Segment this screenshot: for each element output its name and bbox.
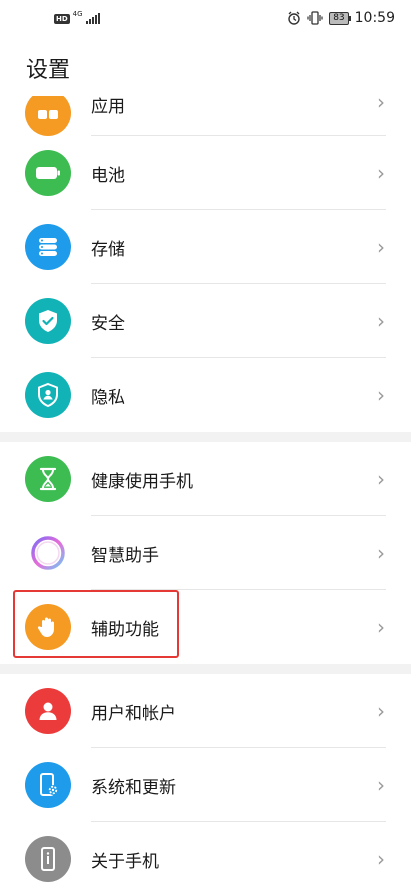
network-type: 4G xyxy=(72,10,83,18)
settings-item-privacy[interactable]: 隐私 › xyxy=(0,358,411,432)
signal-strength-icon xyxy=(85,13,100,24)
hand-icon xyxy=(25,604,71,650)
chevron-right-icon: › xyxy=(377,235,385,259)
settings-item-smart-assistant[interactable]: 智慧助手 › xyxy=(0,516,411,590)
settings-item-label: 应用 xyxy=(91,97,125,117)
phone-gear-icon xyxy=(25,762,71,808)
chevron-right-icon: › xyxy=(377,541,385,565)
settings-item-about-phone[interactable]: 关于手机 › xyxy=(0,822,411,896)
chevron-right-icon: › xyxy=(377,383,385,407)
apps-icon xyxy=(25,96,71,136)
chevron-right-icon: › xyxy=(377,847,385,871)
settings-item-accessibility[interactable]: 辅助功能 › xyxy=(0,590,411,664)
settings-item-label: 智慧助手 xyxy=(91,545,159,566)
phone-info-icon xyxy=(25,836,71,882)
clock-time: 10:59 xyxy=(354,10,395,26)
status-bar: HD 4G 83 10:59 xyxy=(0,0,411,38)
chevron-right-icon: › xyxy=(377,467,385,491)
settings-item-users-accounts[interactable]: 用户和帐户 › xyxy=(0,674,411,748)
settings-item-storage[interactable]: 存储 › xyxy=(0,210,411,284)
hd-voice-badge: HD xyxy=(54,14,70,24)
user-icon xyxy=(25,688,71,734)
chevron-right-icon: › xyxy=(377,615,385,639)
settings-item-label: 电池 xyxy=(91,165,125,186)
settings-item-label: 用户和帐户 xyxy=(91,703,176,724)
chevron-right-icon: › xyxy=(377,161,385,185)
settings-item-system-update[interactable]: 系统和更新 › xyxy=(0,748,411,822)
alarm-clock-icon xyxy=(288,11,300,25)
battery-level: 83 xyxy=(329,11,352,25)
settings-item-digital-balance[interactable]: 健康使用手机 › xyxy=(0,442,411,516)
status-left: HD 4G xyxy=(54,11,100,24)
settings-item-label: 安全 xyxy=(91,313,125,334)
settings-item-label: 隐私 xyxy=(91,387,125,408)
settings-item-label: 健康使用手机 xyxy=(91,471,193,492)
status-right: 83 10:59 xyxy=(287,10,395,26)
settings-item-apps[interactable]: 应用 › xyxy=(0,96,411,136)
settings-item-battery[interactable]: 电池 › xyxy=(0,136,411,210)
battery-icon xyxy=(25,150,71,196)
privacy-shield-icon xyxy=(25,372,71,418)
settings-item-label: 系统和更新 xyxy=(91,777,176,798)
hourglass-icon xyxy=(25,456,71,502)
shield-check-icon xyxy=(25,298,71,344)
group-separator xyxy=(0,432,411,442)
settings-list: 应用 › 电池 › 存储 › 安全 › 隐私 › 健康使用手机 › 智慧助手 ›… xyxy=(0,96,411,896)
vibrate-icon xyxy=(307,11,323,25)
chevron-right-icon: › xyxy=(377,699,385,723)
settings-item-security[interactable]: 安全 › xyxy=(0,284,411,358)
chevron-right-icon: › xyxy=(377,96,385,114)
settings-item-label: 关于手机 xyxy=(91,851,159,872)
group-separator xyxy=(0,664,411,674)
assistant-ring-icon xyxy=(25,530,71,576)
settings-item-label: 辅助功能 xyxy=(91,619,159,640)
storage-icon xyxy=(25,224,71,270)
chevron-right-icon: › xyxy=(377,309,385,333)
page-title: 设置 xyxy=(26,58,71,83)
settings-item-label: 存储 xyxy=(91,239,125,260)
chevron-right-icon: › xyxy=(377,773,385,797)
